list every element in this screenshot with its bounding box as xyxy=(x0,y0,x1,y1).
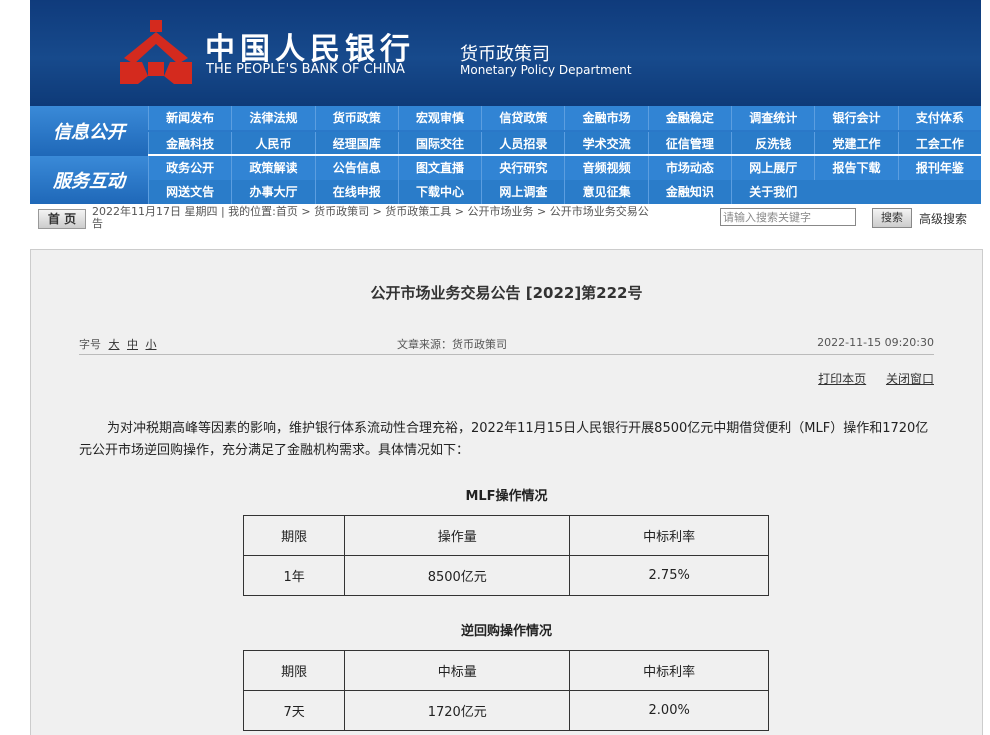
table-header-cell: 期限 xyxy=(242,650,346,691)
bank-name-en: THE PEOPLE'S BANK OF CHINA xyxy=(206,62,405,77)
table-row: 1年 8500亿元 2.75% xyxy=(242,555,769,596)
repo-heading: 逆回购操作情况 xyxy=(460,624,552,639)
nav-item[interactable]: 市场动态 xyxy=(647,156,731,180)
font-size-small[interactable]: 小 xyxy=(146,338,157,351)
nav-item[interactable]: 图文直播 xyxy=(397,156,481,180)
font-size-label: 字号 xyxy=(79,338,101,351)
table-cell: 7天 xyxy=(242,690,346,731)
mlf-heading: MLF操作情况 xyxy=(465,489,548,504)
nav-item[interactable]: 报告下载 xyxy=(814,156,897,180)
nav-item[interactable]: 学术交流 xyxy=(564,132,647,156)
nav-item[interactable]: 工会工作 xyxy=(897,132,981,156)
nav-item[interactable]: 网上展厅 xyxy=(731,156,814,180)
table-cell: 2.00% xyxy=(569,690,769,731)
nav-section-service[interactable]: 服务互动 xyxy=(30,156,148,204)
article-datetime: 2022-11-15 09:20:30 xyxy=(817,336,934,349)
nav-item[interactable]: 国际交往 xyxy=(397,132,481,156)
font-size-medium[interactable]: 中 xyxy=(127,338,138,351)
table-header-cell: 中标利率 xyxy=(569,515,769,556)
nav-item[interactable]: 金融知识 xyxy=(647,180,731,204)
repo-table: 期限 中标量 中标利率 7天 1720亿元 2.00% xyxy=(242,650,769,731)
table-header-row: 期限 中标量 中标利率 xyxy=(242,650,769,691)
nav-item[interactable]: 征信管理 xyxy=(647,132,731,156)
nav-item[interactable]: 经理国库 xyxy=(314,132,398,156)
nav-item[interactable]: 支付体系 xyxy=(897,106,981,130)
meta-divider xyxy=(79,354,934,355)
table-cell: 8500亿元 xyxy=(344,555,571,596)
nav-item[interactable]: 下载中心 xyxy=(397,180,481,204)
nav-row-4: 网送文告 办事大厅 在线申报 下载中心 网上调查 意见征集 金融知识 关于我们 xyxy=(148,180,981,204)
article-meta: 字号 大 中 小 文章来源：货币政策司 2022-11-15 09:20:30 xyxy=(79,336,934,352)
nav-item[interactable]: 网上调查 xyxy=(481,180,564,204)
breadcrumb-bar: 首 页 2022年11月17日 星期四 | 我的位置:首页 > 货币政策司 > … xyxy=(30,205,981,231)
nav-item[interactable]: 公告信息 xyxy=(314,156,398,180)
nav-item[interactable]: 新闻发布 xyxy=(148,106,231,130)
font-size-large[interactable]: 大 xyxy=(109,338,120,351)
dept-name-en: Monetary Policy Department xyxy=(460,63,632,77)
nav-item[interactable]: 政务公开 xyxy=(148,156,231,180)
nav-item[interactable]: 在线申报 xyxy=(314,180,398,204)
font-size-controls: 字号 大 中 小 xyxy=(79,338,157,351)
nav-item[interactable]: 调查统计 xyxy=(731,106,814,130)
article-title: 公开市场业务交易公告 [2022]第222号 xyxy=(370,284,643,302)
table-header-cell: 中标量 xyxy=(344,650,571,691)
nav-item[interactable]: 信贷政策 xyxy=(481,106,564,130)
nav-row-3: 政务公开 政策解读 公告信息 图文直播 央行研究 音频视频 市场动态 网上展厅 … xyxy=(148,156,981,180)
article-source: 文章来源：货币政策司 xyxy=(397,338,507,351)
nav-item[interactable]: 人员招录 xyxy=(481,132,564,156)
close-window-link[interactable]: 关闭窗口 xyxy=(886,372,934,386)
breadcrumb: 2022年11月17日 星期四 | 我的位置:首页 > 货币政策司 > 货币政策… xyxy=(92,205,649,230)
print-page-link[interactable]: 打印本页 xyxy=(818,372,866,386)
nav-item[interactable]: 政策解读 xyxy=(231,156,314,180)
table-header-cell: 中标利率 xyxy=(569,650,769,691)
nav-item[interactable]: 银行会计 xyxy=(814,106,897,130)
search-button[interactable]: 搜索 xyxy=(872,208,912,228)
article-panel: 公开市场业务交易公告 [2022]第222号 字号 大 中 小 文章来源：货币政… xyxy=(30,249,983,735)
nav-item[interactable]: 金融科技 xyxy=(148,132,231,156)
nav-row-2: 金融科技 人民币 经理国库 国际交往 人员招录 学术交流 征信管理 反洗钱 党建… xyxy=(148,132,981,156)
site-banner: 中国人民银行 THE PEOPLE'S BANK OF CHINA 货币政策司 … xyxy=(30,0,981,106)
nav-item[interactable]: 党建工作 xyxy=(814,132,897,156)
nav-row-1: 新闻发布 法律法规 货币政策 宏观审慎 信贷政策 金融市场 金融稳定 调查统计 … xyxy=(148,106,981,130)
nav-item[interactable]: 央行研究 xyxy=(481,156,564,180)
nav-item[interactable]: 意见征集 xyxy=(564,180,647,204)
pboc-logo-icon xyxy=(120,20,192,84)
nav-item[interactable]: 音频视频 xyxy=(564,156,647,180)
nav-item[interactable]: 人民币 xyxy=(231,132,314,156)
nav-item[interactable]: 金融稳定 xyxy=(647,106,731,130)
nav-item[interactable]: 报刊年鉴 xyxy=(897,156,981,180)
nav-item[interactable]: 法律法规 xyxy=(231,106,314,130)
article-paragraph: 为对冲税期高峰等因素的影响，维护银行体系流动性合理充裕，2022年11月15日人… xyxy=(79,421,929,458)
search-input[interactable]: 请输入搜索关键字 xyxy=(720,208,856,226)
nav-item[interactable]: 办事大厅 xyxy=(231,180,314,204)
table-header-cell: 期限 xyxy=(242,515,346,556)
table-cell: 1年 xyxy=(242,555,346,596)
table-cell: 2.75% xyxy=(569,555,769,596)
home-button[interactable]: 首 页 xyxy=(38,209,86,229)
nav-item[interactable]: 网送文告 xyxy=(148,180,231,204)
nav-item[interactable]: 反洗钱 xyxy=(731,132,814,156)
article-actions: 打印本页 关闭窗口 xyxy=(802,370,934,387)
nav-item[interactable]: 金融市场 xyxy=(564,106,647,130)
table-header-row: 期限 操作量 中标利率 xyxy=(242,515,769,556)
advanced-search-link[interactable]: 高级搜索 xyxy=(919,210,967,227)
table-header-cell: 操作量 xyxy=(344,515,571,556)
mlf-table: 期限 操作量 中标利率 1年 8500亿元 2.75% xyxy=(242,515,769,596)
nav-item[interactable]: 宏观审慎 xyxy=(397,106,481,130)
nav-item[interactable]: 货币政策 xyxy=(314,106,398,130)
table-row: 7天 1720亿元 2.00% xyxy=(242,690,769,731)
nav-section-info[interactable]: 信息公开 xyxy=(30,106,148,156)
table-cell: 1720亿元 xyxy=(344,690,571,731)
main-nav: 信息公开 服务互动 新闻发布 法律法规 货币政策 宏观审慎 信贷政策 金融市场 … xyxy=(30,106,981,204)
nav-item[interactable]: 关于我们 xyxy=(731,180,814,204)
